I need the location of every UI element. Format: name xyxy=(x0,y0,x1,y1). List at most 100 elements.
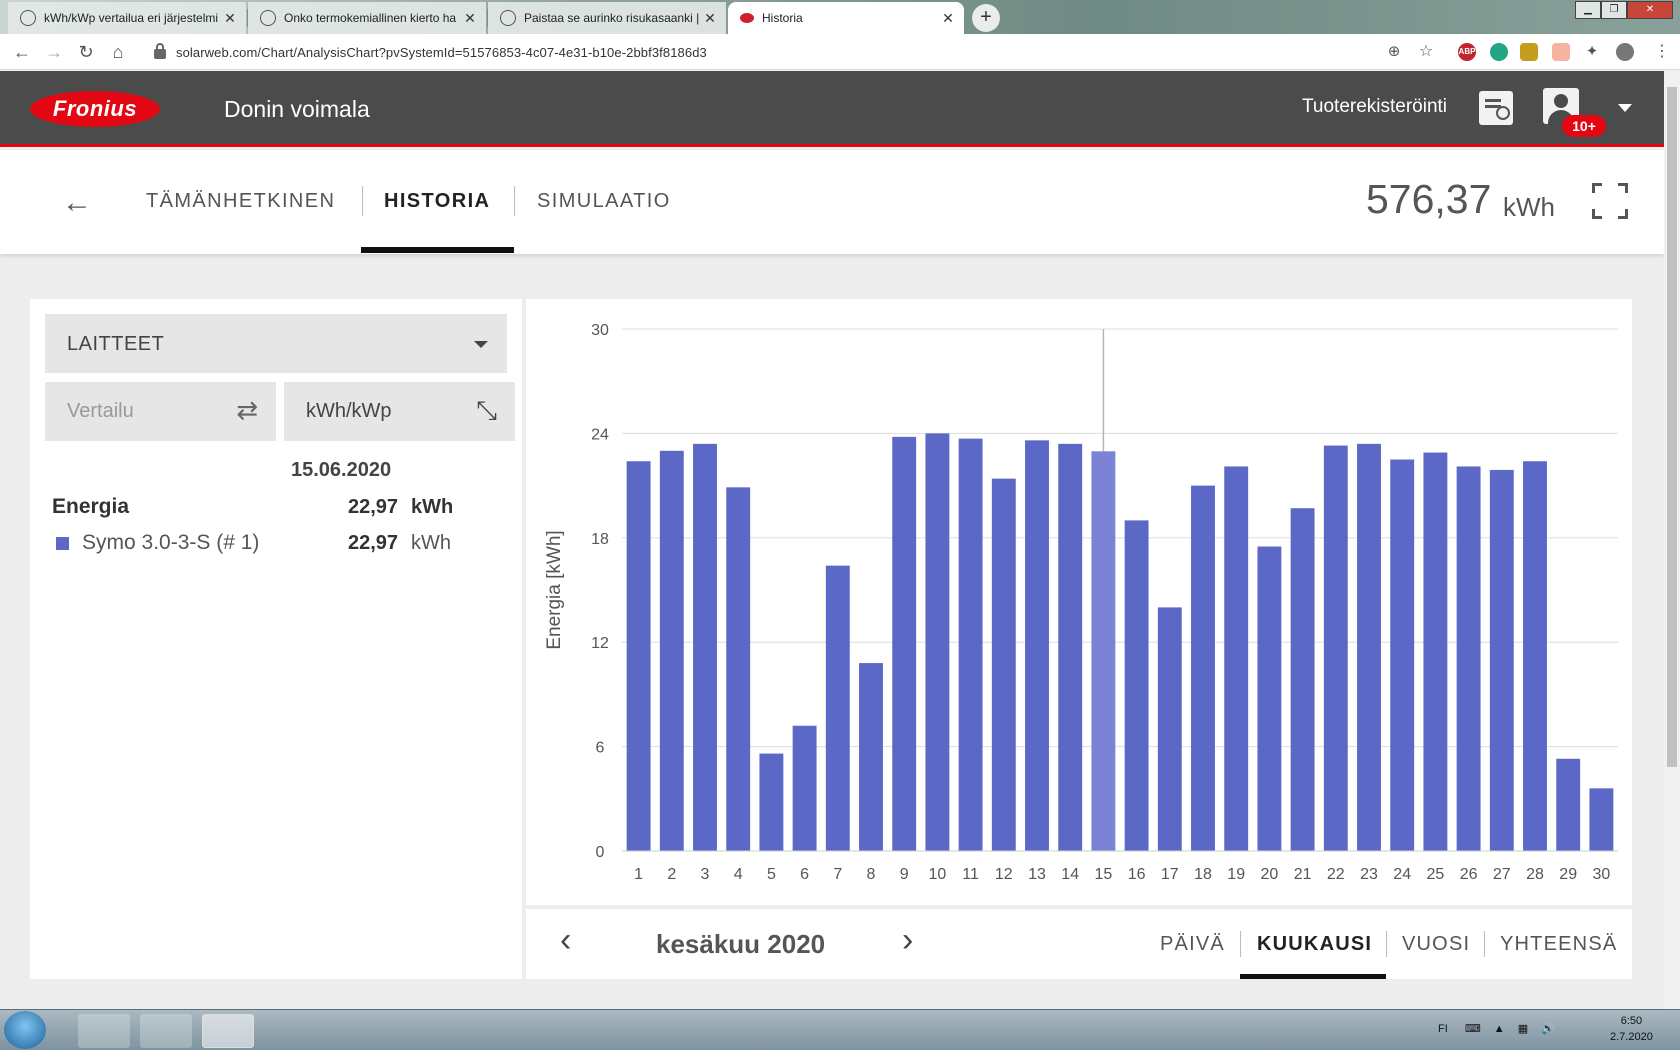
x-tick-label: 16 xyxy=(1128,866,1146,883)
certificate-icon[interactable] xyxy=(1479,91,1513,125)
bar-day-10[interactable] xyxy=(925,433,950,851)
browser-menu-icon[interactable]: ⋮ xyxy=(1648,38,1676,66)
address-bar[interactable]: solarweb.com/Chart/AnalysisChart?pvSyste… xyxy=(142,37,1442,67)
url-text[interactable]: solarweb.com/Chart/AnalysisChart?pvSyste… xyxy=(176,45,707,60)
bar-day-13[interactable] xyxy=(1025,440,1049,851)
language-indicator[interactable]: FI xyxy=(1438,1023,1448,1035)
previous-period-icon[interactable]: ‹ xyxy=(560,921,571,960)
close-tab-icon[interactable]: ✕ xyxy=(702,10,718,27)
bar-day-29[interactable] xyxy=(1556,758,1581,851)
tab-current[interactable]: TÄMÄNHETKINEN xyxy=(146,190,335,213)
bar-day-7[interactable] xyxy=(825,565,850,851)
device-select[interactable]: LAITTEET xyxy=(45,314,507,373)
bar-day-19[interactable] xyxy=(1224,466,1249,851)
chrome-icon[interactable] xyxy=(202,1014,254,1048)
extension-icon-yellow[interactable] xyxy=(1520,43,1538,61)
forward-icon[interactable]: → xyxy=(40,38,68,66)
lock-icon xyxy=(154,43,166,59)
close-tab-icon[interactable]: ✕ xyxy=(940,10,956,27)
product-registration-link[interactable]: Tuoterekisteröinti xyxy=(1302,96,1447,118)
bar-day-1[interactable] xyxy=(626,461,651,851)
range-separator xyxy=(1240,931,1241,957)
adblock-extension-icon[interactable]: ABP xyxy=(1458,43,1476,61)
puzzle-extensions-icon[interactable]: ✦ xyxy=(1578,38,1606,66)
scrollbar-thumb[interactable] xyxy=(1667,87,1677,767)
compare-arrows-icon: ⇄ xyxy=(236,395,258,425)
reload-icon[interactable]: ↻ xyxy=(72,38,100,66)
tab-simulation[interactable]: SIMULAATIO xyxy=(537,190,671,213)
bar-day-12[interactable] xyxy=(991,478,1016,851)
bar-day-27[interactable] xyxy=(1489,469,1514,851)
bar-day-11[interactable] xyxy=(958,438,983,851)
x-tick-label: 4 xyxy=(734,866,743,883)
close-tab-icon[interactable]: ✕ xyxy=(222,10,238,27)
extension-icon-pink[interactable] xyxy=(1552,43,1570,61)
back-icon[interactable]: ← xyxy=(8,38,36,66)
range-day[interactable]: PÄIVÄ xyxy=(1160,933,1225,956)
bar-day-20[interactable] xyxy=(1257,546,1282,852)
internet-explorer-icon[interactable] xyxy=(140,1014,192,1048)
bar-day-23[interactable] xyxy=(1357,443,1381,851)
range-total[interactable]: YHTEENSÄ xyxy=(1500,933,1617,956)
range-separator xyxy=(1484,931,1485,957)
network-icon[interactable]: ▦ xyxy=(1518,1023,1528,1035)
bar-day-26[interactable] xyxy=(1456,466,1481,851)
keyboard-icon[interactable]: ⌨ xyxy=(1465,1023,1481,1035)
bar-day-24[interactable] xyxy=(1390,459,1415,852)
energy-unit: kWh xyxy=(411,496,454,518)
bar-day-30[interactable] xyxy=(1589,788,1614,851)
bar-day-5[interactable] xyxy=(759,753,784,851)
bar-day-16[interactable] xyxy=(1124,520,1149,851)
globe-icon xyxy=(20,10,36,26)
bar-day-3[interactable] xyxy=(693,443,717,851)
volume-icon[interactable]: 🔊 xyxy=(1541,1023,1555,1035)
bar-day-2[interactable] xyxy=(659,450,684,851)
bar-day-28[interactable] xyxy=(1523,461,1547,851)
bar-day-9[interactable] xyxy=(892,436,917,851)
bar-day-25[interactable] xyxy=(1423,452,1448,851)
bar-day-4[interactable] xyxy=(726,487,751,851)
show-hidden-icons-icon[interactable]: ▲ xyxy=(1494,1023,1505,1035)
page-scrollbar[interactable] xyxy=(1664,71,1680,1009)
windows-start-icon[interactable] xyxy=(4,1011,46,1049)
browser-tab-2[interactable]: Onko termokemiallinen kierto ha ✕ xyxy=(248,2,486,34)
bar-day-18[interactable] xyxy=(1191,485,1215,851)
energy-bar-chart[interactable]: 0612182430Energia [kWh]1 2 3 4 5 6 7 8 9 10 11 12 13… xyxy=(526,299,1632,905)
tab-history[interactable]: HISTORIA xyxy=(384,190,490,213)
chevron-down-icon[interactable] xyxy=(1618,104,1632,112)
bookmark-star-icon[interactable]: ☆ xyxy=(1412,38,1440,66)
close-window-button[interactable]: ✕ xyxy=(1627,1,1673,19)
x-tick-label: 17 xyxy=(1161,866,1179,883)
next-period-icon[interactable]: › xyxy=(902,921,913,960)
bar-day-22[interactable] xyxy=(1323,445,1348,851)
x-tick-label: 26 xyxy=(1460,866,1478,883)
bar-day-15[interactable] xyxy=(1091,451,1116,851)
bar-day-17[interactable] xyxy=(1157,607,1182,851)
home-icon[interactable]: ⌂ xyxy=(104,38,132,66)
compare-button[interactable]: Vertailu ⇄ xyxy=(45,382,276,441)
browser-tab-3[interactable]: Paistaa se aurinko risukasaanki | S ✕ xyxy=(488,2,726,34)
bar-day-14[interactable] xyxy=(1058,443,1083,851)
bar-day-8[interactable] xyxy=(859,663,883,851)
profile-avatar-icon[interactable] xyxy=(1616,43,1634,61)
bar-day-6[interactable] xyxy=(792,725,817,851)
restore-window-button[interactable]: ❐ xyxy=(1601,1,1627,19)
back-arrow-icon[interactable]: ← xyxy=(62,186,92,220)
range-month[interactable]: KUUKAUSI xyxy=(1257,933,1372,956)
extension-icon-green[interactable] xyxy=(1490,43,1508,61)
bar-day-21[interactable] xyxy=(1290,508,1315,851)
browser-tab-1[interactable]: kWh/kWp vertailua eri järjestelmi ✕ xyxy=(8,2,246,34)
fronius-logo[interactable]: Fronius xyxy=(30,91,160,127)
browser-toolbar: ← → ↻ ⌂ solarweb.com/Chart/AnalysisChart… xyxy=(0,34,1680,70)
y-tick-label: 6 xyxy=(596,740,605,757)
taskbar-clock[interactable]: 6:50 2.7.2020 xyxy=(1610,1013,1653,1045)
minimize-window-button[interactable]: ▁ xyxy=(1575,1,1601,19)
calculator-icon[interactable] xyxy=(78,1014,130,1048)
new-tab-button[interactable]: + xyxy=(972,4,1000,32)
fullscreen-icon[interactable] xyxy=(1592,183,1628,219)
unit-toggle-button[interactable]: kWh/kWp ⤡ xyxy=(284,382,515,441)
close-tab-icon[interactable]: ✕ xyxy=(462,10,478,27)
zoom-icon[interactable]: ⊕ xyxy=(1380,38,1408,66)
browser-tab-active[interactable]: Historia ✕ xyxy=(728,2,964,34)
range-year[interactable]: VUOSI xyxy=(1402,933,1470,956)
